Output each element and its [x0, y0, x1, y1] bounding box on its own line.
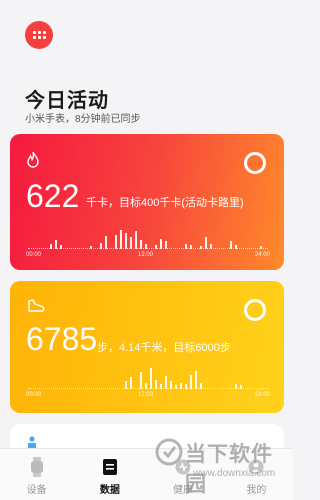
- bottom-tab-bar: 设备 数据 健康 我的: [0, 448, 293, 500]
- tab-data[interactable]: 数据: [73, 449, 146, 500]
- profile-icon: [248, 459, 264, 475]
- calorie-activity-chart: [28, 223, 268, 249]
- sync-status: 小米手表，8分钟前已同步: [25, 114, 141, 125]
- activity-bar: [124, 233, 127, 249]
- activity-bar: [209, 243, 212, 249]
- calorie-detail: 千卡，目标400千卡(活动卡路里): [86, 197, 244, 209]
- steps-card[interactable]: 6785 步，4.14千米，目标6000步 00:00 12:00 24:00: [10, 281, 284, 413]
- activity-bar: [234, 383, 237, 389]
- calorie-value: 622: [26, 178, 80, 214]
- activity-bar: [199, 246, 202, 249]
- activity-bar: [164, 241, 167, 249]
- activity-bar: [134, 230, 137, 249]
- activity-bar: [159, 383, 162, 389]
- goal-ring-icon: [244, 152, 266, 174]
- data-icon: [102, 459, 117, 475]
- activity-bar: [164, 376, 167, 389]
- activity-bar: [154, 379, 157, 389]
- activity-bar: [239, 385, 242, 389]
- steps-value: 6785: [26, 321, 98, 357]
- activity-bar: [229, 241, 232, 249]
- activity-bar: [259, 246, 262, 249]
- activity-bar: [179, 382, 182, 389]
- activity-bar: [189, 374, 192, 389]
- activity-bar: [49, 243, 52, 249]
- activity-bar: [144, 382, 147, 389]
- tab-label-device: 设备: [26, 485, 47, 496]
- activity-bar: [234, 245, 237, 249]
- steps-activity-chart: [28, 363, 268, 389]
- axis-label-end: 24:00: [254, 392, 270, 398]
- tab-label-profile: 我的: [246, 485, 267, 496]
- activity-bar: [184, 243, 187, 249]
- goal-ring-icon: [244, 299, 266, 321]
- activity-bar: [104, 236, 107, 249]
- activity-bar: [119, 229, 122, 249]
- grid-icon: [32, 31, 46, 39]
- activity-bar: [129, 377, 132, 389]
- axis-label-end: 24:00: [254, 252, 270, 258]
- activity-bar: [204, 237, 207, 249]
- activity-bar: [189, 245, 192, 249]
- tab-profile[interactable]: 我的: [220, 449, 293, 500]
- activity-bar: [124, 381, 127, 389]
- tab-device[interactable]: 设备: [0, 449, 73, 500]
- activity-bar: [144, 243, 147, 249]
- activity-bar: [159, 238, 162, 249]
- axis-label-start: 00:00: [26, 252, 42, 258]
- shoe-icon: [28, 299, 45, 312]
- activity-bar: [149, 368, 152, 389]
- menu-grid-button[interactable]: [25, 21, 53, 49]
- activity-bar: [184, 383, 187, 389]
- axis-label-mid: 12:00: [138, 252, 154, 258]
- flame-icon: [27, 152, 39, 168]
- steps-detail: 步，4.14千米，目标6000步: [97, 342, 231, 354]
- activity-bar: [194, 370, 197, 389]
- activity-bar: [59, 245, 62, 249]
- activity-bar: [129, 237, 132, 249]
- calorie-card[interactable]: 622 千卡，目标400千卡(活动卡路里) 00:00 12:00 24:00: [10, 134, 284, 270]
- tab-health[interactable]: 健康: [147, 449, 220, 500]
- activity-bar: [154, 245, 157, 249]
- axis-label-mid: 12:00: [138, 392, 154, 398]
- activity-bar: [54, 239, 57, 249]
- health-icon: [175, 459, 191, 475]
- activity-bar: [89, 246, 92, 249]
- axis-label-start: 00:00: [26, 392, 42, 398]
- tab-label-data: 数据: [99, 485, 120, 496]
- activity-bar: [169, 381, 172, 389]
- watch-icon: [30, 457, 43, 477]
- tab-label-health: 健康: [173, 485, 194, 496]
- activity-bar: [114, 234, 117, 249]
- activity-bar: [139, 239, 142, 249]
- activity-bar: [99, 242, 102, 249]
- activity-bar: [139, 372, 142, 389]
- activity-bar: [174, 385, 177, 389]
- page-title: 今日活动: [25, 90, 109, 112]
- activity-bar: [199, 382, 202, 389]
